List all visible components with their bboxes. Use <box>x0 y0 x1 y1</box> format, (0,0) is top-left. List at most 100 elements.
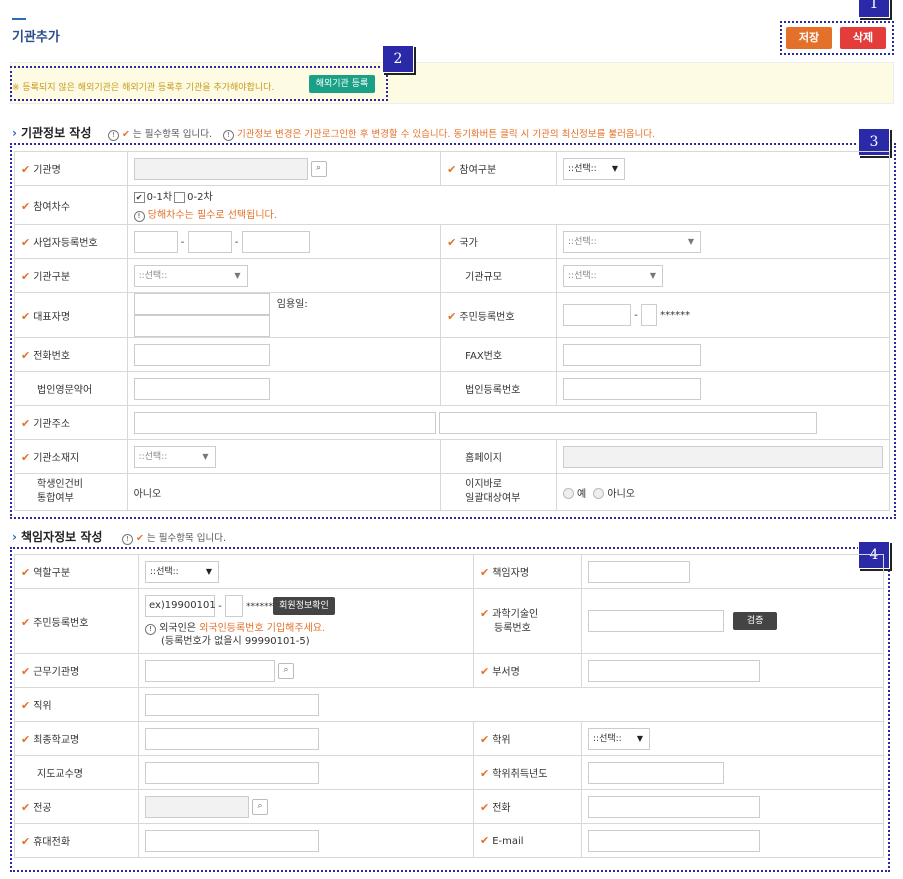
title-accent-bar <box>12 18 26 20</box>
section-arrow-icon: › <box>12 126 17 140</box>
info-icon: ! <box>133 211 145 222</box>
inst-size-label: 기관규모 <box>440 258 557 293</box>
location-select[interactable]: ::선택:: ▼ <box>133 445 216 468</box>
search-icon[interactable]: ⌕ <box>252 798 268 815</box>
country-label: ✔ 국가 <box>440 224 557 259</box>
ceo-input[interactable] <box>133 293 270 315</box>
highlight-box-2 <box>10 66 388 101</box>
biz-no-input-3[interactable] <box>241 230 310 253</box>
search-icon[interactable]: ⌕ <box>278 662 294 679</box>
info-icon: ! <box>223 130 235 141</box>
manager-section-title: › 책임자정보 작성 <box>12 530 103 544</box>
position-label: ✔ 직위 <box>14 687 139 722</box>
phone-input[interactable] <box>133 343 270 366</box>
sci-label: ✔ 과학기술인 등록번호 <box>473 588 582 654</box>
major-input[interactable] <box>145 795 249 818</box>
marker-1: 1 <box>858 0 890 18</box>
workplace-input[interactable] <box>145 659 275 682</box>
resident-no-input-2[interactable] <box>640 304 657 326</box>
institution-name-label: ✔ 기관명 <box>14 151 128 186</box>
round-warning: 당해차수는 필수로 선택됩니다. <box>147 210 277 221</box>
ezbaro-yes-radio[interactable] <box>563 488 574 499</box>
resident-no-label: ✔ 주민등록번호 <box>440 292 557 338</box>
highlight-box-1 <box>780 21 894 55</box>
address-label: ✔ 기관주소 <box>14 405 128 440</box>
corp-no-input[interactable] <box>563 377 701 400</box>
sci-input[interactable] <box>588 610 724 632</box>
role-label: ✔ 역할구분 <box>14 554 139 589</box>
degree-year-label: ✔ 학위취득년도 <box>473 755 582 790</box>
institution-hint: ! ✔ 는 필수항목 입니다. ! 기관정보 변경은 기관로그인한 후 변경할 수 … <box>108 126 655 141</box>
major-label: ✔ 전공 <box>14 789 139 824</box>
fax-input[interactable] <box>563 343 701 366</box>
manager-phone-input[interactable] <box>588 795 760 818</box>
corp-eng-input[interactable] <box>133 377 270 400</box>
school-label: ✔ 최종학교명 <box>14 721 139 756</box>
corp-no-label: 법인등록번호 <box>440 371 557 406</box>
marker-2: 2 <box>382 45 414 73</box>
fax-label: FAX번호 <box>440 337 557 372</box>
corp-eng-label: 법인영문약어 <box>14 371 128 406</box>
email-label: ✔ E-mail <box>473 823 582 858</box>
address-input-1[interactable] <box>133 411 436 434</box>
participation-label: ✔ 참여구분 <box>440 151 557 186</box>
search-icon[interactable]: ⌕ <box>310 160 327 177</box>
manager-name-label: ✔ 책임자명 <box>473 554 582 589</box>
inst-type-label: ✔ 기관구분 <box>14 258 128 293</box>
student-value: 아니오 <box>126 473 442 511</box>
biz-no-label: ✔ 사업자등록번호 <box>14 224 128 259</box>
degree-label: ✔ 학위 <box>473 721 582 756</box>
ezbaro-no-radio[interactable] <box>593 488 605 499</box>
round-checkbox-2[interactable] <box>174 191 186 203</box>
manager-form-table: ✔ 역할구분 ::선택:: ▼ ✔ 책임자명 ✔ 주민등록번호 ex)19900101 … <box>14 554 884 858</box>
position-input[interactable] <box>145 693 319 716</box>
degree-select[interactable]: ::선택:: ▼ <box>588 727 650 750</box>
manager-resident-label: ✔ 주민등록번호 <box>14 588 139 654</box>
inst-type-select[interactable]: ::선택:: ▼ <box>133 264 248 287</box>
institution-name-input[interactable] <box>133 157 308 180</box>
appointed-input[interactable] <box>133 315 270 337</box>
resident-mask: ****** <box>660 310 691 321</box>
student-label: 학생인건비 통합여부 <box>14 473 128 511</box>
department-input[interactable] <box>588 659 760 682</box>
manager-name-input[interactable] <box>588 560 690 583</box>
advisor-input[interactable] <box>145 761 319 784</box>
check-icon: ✔ <box>136 533 144 544</box>
department-label: ✔ 부서명 <box>473 653 582 688</box>
member-check-button[interactable]: 회원정보확인 <box>273 596 335 615</box>
school-input[interactable] <box>145 727 319 750</box>
check-icon: ✔ <box>122 129 130 140</box>
section-arrow-icon: › <box>12 530 17 544</box>
email-input[interactable] <box>588 829 760 852</box>
phone-label: ✔ 전화번호 <box>14 337 128 372</box>
workplace-label: ✔ 근무기관명 <box>14 653 139 688</box>
biz-no-input-1[interactable] <box>133 230 178 253</box>
manager-resident-input-1[interactable]: ex)19900101 <box>145 594 216 617</box>
resident-no-input-1[interactable] <box>563 304 631 326</box>
participation-select[interactable]: ::선택:: ▼ <box>563 157 625 180</box>
mobile-input[interactable] <box>145 829 319 852</box>
advisor-label: 지도교수명 <box>14 755 139 790</box>
ezbaro-label: 이지바로 일괄대상여부 <box>440 473 557 511</box>
info-icon: ! <box>145 623 156 635</box>
country-select[interactable]: ::선택:: ▼ <box>563 230 701 253</box>
institution-section-title: › 기관정보 작성 <box>12 126 92 140</box>
info-icon: ! <box>122 534 133 545</box>
manager-resident-input-2[interactable] <box>224 594 243 617</box>
inst-size-select[interactable]: ::선택:: ▼ <box>563 264 663 287</box>
round-label: ✔ 참여차수 <box>14 185 128 225</box>
biz-no-input-2[interactable] <box>187 230 232 253</box>
address-input-2[interactable] <box>438 411 817 434</box>
round-checkbox-1[interactable]: ✔ <box>133 191 145 203</box>
ceo-label: ✔ 대표자명 <box>14 292 128 338</box>
page-title: 기관추가 <box>12 30 60 45</box>
role-select[interactable]: ::선택:: ▼ <box>145 560 219 583</box>
degree-year-input[interactable] <box>588 761 724 784</box>
manager-phone-label: ✔ 전화 <box>473 789 582 824</box>
manager-hint: ! ✔ 는 필수항목 입니다. <box>122 530 226 545</box>
location-label: ✔ 기관소재지 <box>14 439 128 474</box>
institution-form-table: ✔ 기관명 ⌕ ✔ 참여구분 ::선택:: ▼ ✔ 참여차수 ✔ 0-1차 0-2차 ! 당… <box>14 151 891 511</box>
homepage-input[interactable] <box>563 445 883 468</box>
verify-button[interactable]: 검증 <box>733 612 778 630</box>
info-icon: ! <box>108 130 119 141</box>
